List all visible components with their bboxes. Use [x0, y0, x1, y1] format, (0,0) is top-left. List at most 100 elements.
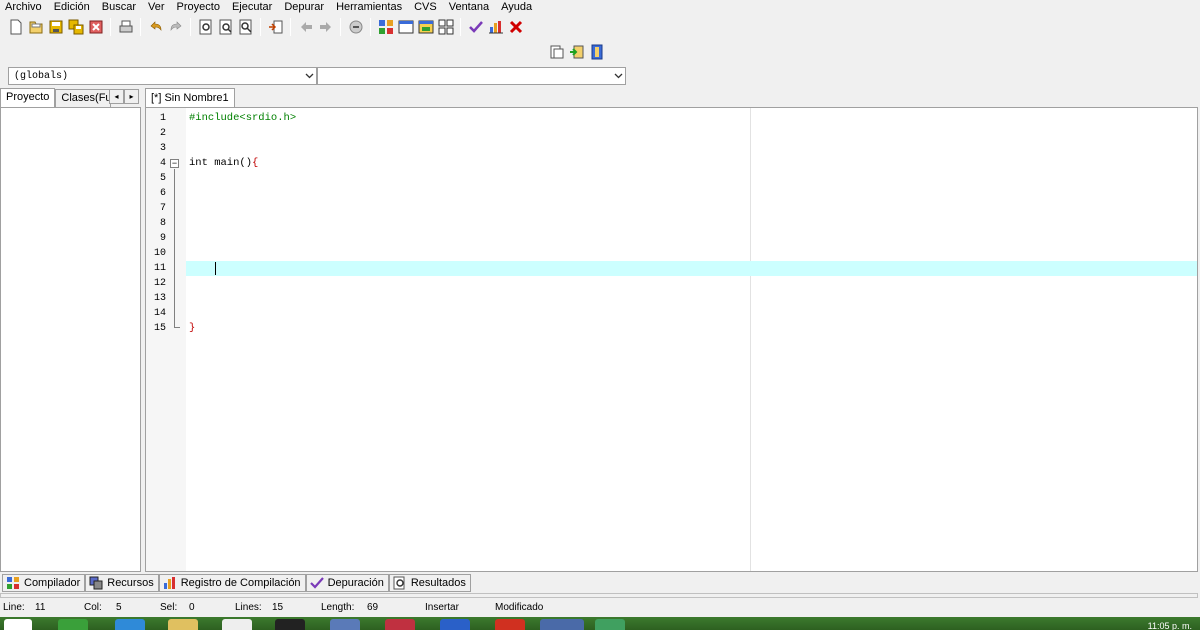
chart-icon[interactable]	[486, 17, 506, 37]
tab-depuracion-label: Depuración	[327, 577, 384, 589]
rebuild-icon[interactable]	[436, 17, 456, 37]
tab-depuracion[interactable]: Depuración	[305, 574, 389, 592]
tab-recursos[interactable]: Recursos	[85, 574, 159, 592]
status-bar: Line: 11 Col: 5 Sel: 0 Lines: 15 Length:…	[0, 600, 1200, 616]
redo-icon[interactable]	[166, 17, 186, 37]
function-select[interactable]	[317, 67, 626, 85]
chevron-down-icon[interactable]	[302, 68, 316, 84]
line-gutter: 1 2 3 4 5 6 7 8 9 10 11 12 13 14 15 −	[146, 108, 186, 571]
project-panel: Proyecto Clases(Fun ◂ ▸	[0, 88, 141, 572]
class-select[interactable]: (globals)	[8, 67, 317, 85]
find-icon	[393, 576, 407, 590]
check-icon	[309, 576, 324, 590]
store-icon[interactable]	[222, 619, 252, 630]
run-icon[interactable]	[396, 17, 416, 37]
toolbar-separator	[370, 18, 371, 36]
toggle-comment-icon[interactable]	[346, 17, 366, 37]
line-number: 11	[153, 263, 166, 274]
menu-proyecto[interactable]: Proyecto	[171, 0, 226, 14]
replace-icon[interactable]	[236, 17, 256, 37]
menu-herramientas[interactable]: Herramientas	[330, 0, 408, 14]
delete-icon[interactable]	[506, 17, 526, 37]
scroll-right-icon[interactable]: ▸	[124, 89, 139, 104]
print-icon[interactable]	[116, 17, 136, 37]
find-next-icon[interactable]	[216, 17, 236, 37]
line-number: 3	[159, 143, 166, 154]
menu-ventana[interactable]: Ventana	[443, 0, 495, 14]
tab-compilador[interactable]: Compilador	[2, 574, 86, 592]
splitter[interactable]	[0, 593, 1198, 598]
new-project-icon[interactable]	[547, 42, 567, 62]
new-file-icon[interactable]	[6, 17, 26, 37]
check-syntax-icon[interactable]	[466, 17, 486, 37]
menu-archivo[interactable]: Archivo	[0, 0, 48, 14]
editor-tabs: [*] Sin Nombre1	[145, 88, 1198, 108]
undo-icon[interactable]	[146, 17, 166, 37]
compile-run-icon[interactable]	[416, 17, 436, 37]
menu-ayuda[interactable]: Ayuda	[495, 0, 538, 14]
toolbar-separator	[340, 18, 341, 36]
tab-registro-label: Registro de Compilación	[180, 577, 301, 589]
close-icon[interactable]	[86, 17, 106, 37]
tab-registro-compilacion[interactable]: Registro de Compilación	[158, 574, 306, 592]
save-all-icon[interactable]	[66, 17, 86, 37]
app-icon[interactable]	[58, 619, 88, 630]
browser-icon[interactable]	[115, 619, 145, 630]
tab-sin-nombre1[interactable]: [*] Sin Nombre1	[145, 88, 235, 108]
line-number: 9	[159, 233, 166, 244]
toolbar-separator	[140, 18, 141, 36]
compile-icon[interactable]	[376, 17, 396, 37]
goto-icon[interactable]	[266, 17, 286, 37]
dropbox-icon[interactable]	[440, 619, 470, 630]
folder-icon[interactable]	[168, 619, 198, 630]
code-editor[interactable]: 1 2 3 4 5 6 7 8 9 10 11 12 13 14 15 − #i…	[145, 107, 1198, 572]
menu-depurar[interactable]: Depurar	[278, 0, 330, 14]
right-margin-guide	[750, 108, 751, 571]
compiler-icon	[6, 576, 20, 590]
project-tree[interactable]	[0, 107, 141, 572]
line-number: 1	[159, 113, 166, 124]
fold-line	[174, 169, 175, 327]
toolbar-separator	[290, 18, 291, 36]
app-icon[interactable]	[330, 619, 360, 630]
class-select-value: (globals)	[14, 70, 69, 82]
fold-toggle-icon[interactable]: −	[170, 159, 179, 168]
scroll-left-icon[interactable]: ◂	[109, 89, 124, 104]
chrome-icon[interactable]	[495, 619, 525, 630]
menu-cvs[interactable]: CVS	[408, 0, 443, 14]
chevron-down-icon[interactable]	[611, 68, 625, 84]
start-icon[interactable]	[4, 619, 32, 630]
find-icon[interactable]	[196, 17, 216, 37]
app-icon[interactable]	[385, 619, 415, 630]
remove-file-icon[interactable]	[587, 42, 607, 62]
tab-clases[interactable]: Clases(Fun	[55, 89, 112, 108]
tab-resultados[interactable]: Resultados	[388, 574, 471, 592]
project-toolbar	[547, 41, 607, 63]
status-col-label: Col:	[84, 602, 102, 613]
add-file-icon[interactable]	[567, 42, 587, 62]
open-icon[interactable]	[26, 17, 46, 37]
line-number: 6	[159, 188, 166, 199]
menu-bar: Archivo Edición Buscar Ver Proyecto Ejec…	[0, 0, 1200, 14]
output-tabs: Compilador Recursos Registro de Compilac…	[2, 574, 471, 592]
status-sel-value: 0	[189, 602, 195, 613]
status-length-label: Length:	[321, 602, 355, 613]
line-number: 8	[159, 218, 166, 229]
menu-ejecutar[interactable]: Ejecutar	[226, 0, 278, 14]
save-icon[interactable]	[46, 17, 66, 37]
unindent-icon[interactable]	[316, 17, 336, 37]
code-line-1: #include<srdio.h>	[189, 112, 297, 124]
app-icon[interactable]	[275, 619, 305, 630]
tab-proyecto[interactable]: Proyecto	[0, 88, 56, 108]
code-main-signature: int main()	[189, 157, 253, 169]
text-caret	[215, 262, 216, 275]
devcpp-icon[interactable]	[540, 619, 584, 630]
indent-icon[interactable]	[296, 17, 316, 37]
status-line-label: Line:	[3, 602, 25, 613]
current-line-highlight	[186, 261, 1197, 276]
app-icon[interactable]	[595, 619, 625, 630]
menu-edicion[interactable]: Edición	[48, 0, 96, 14]
menu-ver[interactable]: Ver	[142, 0, 171, 14]
tab-recursos-label: Recursos	[107, 577, 154, 589]
menu-buscar[interactable]: Buscar	[96, 0, 142, 14]
